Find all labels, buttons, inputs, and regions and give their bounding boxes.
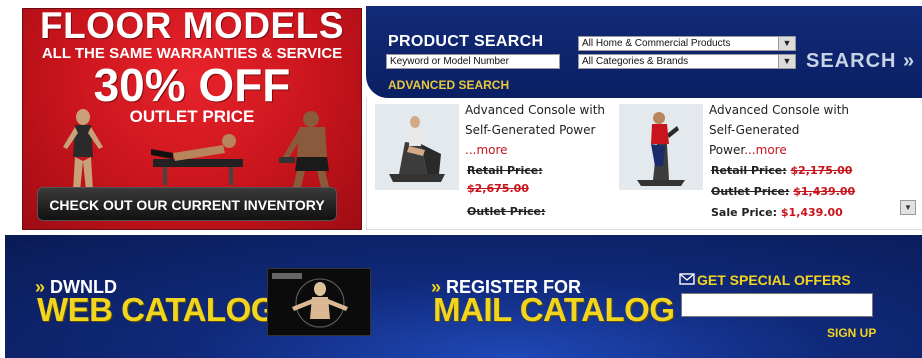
product-desc-text: Power [709, 143, 745, 157]
special-offers-title: GET SPECIAL OFFERS [697, 272, 851, 288]
catalog-cover-image[interactable] [267, 268, 371, 336]
catalog-banner: » DWNLD WEB CATALOG » REGISTER FOR MAIL … [5, 235, 922, 358]
outlet-price-label: Outlet Price: [711, 185, 790, 198]
sale-price-value: $1,439.00 [780, 206, 843, 219]
product-search-title: PRODUCT SEARCH [388, 33, 544, 50]
product-desc-line: Advanced Console with [465, 103, 605, 117]
product-type-select[interactable]: All Home & Commercial Products ▼ [578, 36, 796, 51]
more-link[interactable]: ...more [744, 143, 787, 157]
product-type-select-value: All Home & Commercial Products [582, 38, 731, 49]
envelope-icon [679, 273, 695, 285]
email-field[interactable] [681, 293, 873, 317]
mail-catalog-link[interactable]: MAIL CATALOG [433, 291, 675, 329]
floor-models-title: FLOOR MODELS [39, 8, 345, 46]
view-inventory-button[interactable]: CHECK OUT OUR CURRENT INVENTORY [37, 187, 337, 221]
outlet-price-row: Outlet Price: $1,439.00 [711, 185, 855, 198]
discount-headline: 30% OFF [93, 59, 291, 111]
woman-fitness-figure [63, 109, 103, 191]
category-brand-select-value: All Categories & Brands [582, 56, 689, 67]
product-desc-line: Advanced Console with [709, 103, 849, 117]
product-search-panel: PRODUCT SEARCH All Home & Commercial Pro… [366, 6, 922, 98]
retail-price-label: Retail Price: [467, 164, 543, 177]
sale-price-row: Sale Price: $1,439.00 [711, 206, 843, 219]
retail-price-label: Retail Price: [711, 164, 787, 177]
retail-price-row: Retail Price: $2,175.00 [711, 164, 852, 177]
product-desc-line: Power...more [709, 140, 787, 160]
product-desc-line: Self-Generated [709, 123, 800, 137]
sign-up-button[interactable]: SIGN UP [827, 326, 876, 340]
sale-price-label: Sale Price: [711, 206, 778, 219]
more-link[interactable]: ...more [465, 140, 508, 160]
retail-price-value: $2,675.00 [467, 182, 529, 195]
product-image[interactable] [619, 104, 703, 190]
category-brand-select[interactable]: All Categories & Brands ▼ [578, 54, 796, 69]
web-catalog-link[interactable]: WEB CATALOG [37, 291, 276, 329]
product-list: Advanced Console with Self-Generated Pow… [366, 98, 922, 230]
page-root: FLOOR MODELS ALL THE SAME WARRANTIES & S… [0, 0, 922, 358]
product-image[interactable] [375, 104, 459, 190]
chevron-down-icon[interactable]: ▼ [778, 37, 795, 50]
product-desc-line: Self-Generated Power [465, 123, 596, 137]
outlet-price-value: $1,439.00 [793, 185, 856, 198]
outlet-price-label: Outlet Price: [467, 205, 546, 218]
man-bench-figure [151, 134, 243, 185]
keyword-input[interactable] [386, 54, 560, 69]
floor-models-banner[interactable]: FLOOR MODELS ALL THE SAME WARRANTIES & S… [22, 8, 362, 230]
scroll-down-icon[interactable]: ▼ [900, 200, 916, 215]
chevron-down-icon[interactable]: ▼ [778, 55, 795, 68]
search-button[interactable]: SEARCH » [806, 50, 915, 73]
man-dumbbell-figure [279, 111, 329, 187]
advanced-search-link[interactable]: ADVANCED SEARCH [388, 78, 509, 92]
retail-price-value: $2,175.00 [790, 164, 853, 177]
